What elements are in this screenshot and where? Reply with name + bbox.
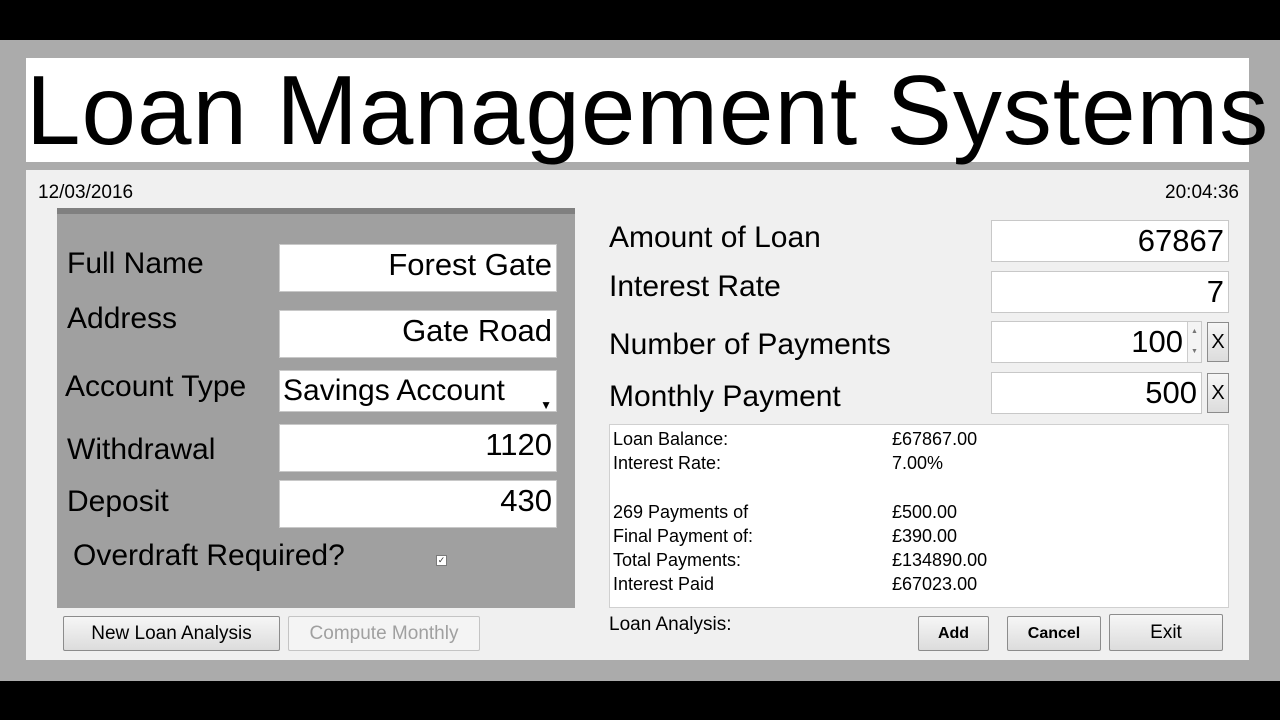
summary-value: £134890.00: [892, 550, 988, 570]
overdraft-label: Overdraft Required?: [73, 539, 345, 572]
summary-label: Final Payment of:: [613, 526, 754, 546]
deposit-input[interactable]: 430: [279, 480, 557, 528]
monthly-payment-label: Monthly Payment: [609, 380, 841, 413]
title-banner: Loan Management Systems: [26, 55, 1270, 165]
summary-label: Total Payments:: [613, 550, 742, 570]
number-of-payments-label: Number of Payments: [609, 328, 891, 361]
summary-value: £500.00: [892, 502, 958, 522]
form-area: 12/03/2016 20:04:36 Full Name Forest Gat…: [26, 170, 1249, 660]
date-display: 12/03/2016: [38, 182, 134, 203]
account-type-label: Account Type: [65, 370, 247, 403]
amount-of-loan-label: Amount of Loan: [609, 221, 821, 254]
summary-value: £390.00: [892, 526, 958, 546]
account-type-value: Savings Account: [283, 374, 505, 407]
account-type-select[interactable]: Savings Account ▼: [279, 370, 557, 412]
loan-summary-box: Loan Balance: £67867.00 Interest Rate: 7…: [609, 424, 1229, 608]
withdrawal-input[interactable]: 1120: [279, 424, 557, 472]
withdrawal-label: Withdrawal: [67, 433, 216, 466]
address-input[interactable]: Gate Road: [279, 310, 557, 358]
summary-value: 7.00%: [892, 453, 944, 473]
time-display: 20:04:36: [1165, 182, 1239, 203]
spin-arrows-icon[interactable]: ▲ ▼: [1187, 322, 1201, 362]
summary-value: £67023.00: [892, 574, 978, 594]
add-button[interactable]: Add: [918, 616, 989, 651]
summary-label: 269 Payments of: [613, 502, 749, 522]
number-of-payments-value: 100: [1131, 324, 1183, 359]
interest-rate-input[interactable]: 7: [991, 271, 1229, 313]
overdraft-checkbox[interactable]: ✓: [436, 555, 447, 566]
clear-payments-button[interactable]: X: [1207, 322, 1229, 362]
amount-of-loan-input[interactable]: 67867: [991, 220, 1229, 262]
address-label: Address: [67, 302, 178, 335]
exit-button[interactable]: Exit: [1109, 614, 1223, 651]
new-loan-analysis-button[interactable]: New Loan Analysis: [63, 616, 280, 651]
interest-rate-label: Interest Rate: [609, 270, 781, 303]
summary-label: Loan Balance:: [613, 429, 729, 449]
deposit-label: Deposit: [67, 485, 169, 518]
monthly-payment-input[interactable]: 500: [991, 372, 1202, 414]
compute-monthly-button[interactable]: Compute Monthly: [288, 616, 480, 651]
customer-panel: Full Name Forest Gate Address Gate Road …: [57, 208, 575, 608]
summary-value: £67867.00: [892, 429, 978, 449]
page-title: Loan Management Systems: [26, 55, 1270, 165]
cancel-button[interactable]: Cancel: [1007, 616, 1101, 651]
summary-label: Interest Paid: [613, 574, 715, 594]
chevron-down-icon: ▼: [540, 398, 552, 412]
loan-analysis-label: Loan Analysis:: [609, 614, 732, 635]
summary-label: Interest Rate:: [613, 453, 722, 473]
clear-monthly-button[interactable]: X: [1207, 373, 1229, 413]
number-of-payments-input[interactable]: 100: [991, 321, 1202, 363]
full-name-label: Full Name: [67, 247, 204, 280]
full-name-input[interactable]: Forest Gate: [279, 244, 557, 292]
